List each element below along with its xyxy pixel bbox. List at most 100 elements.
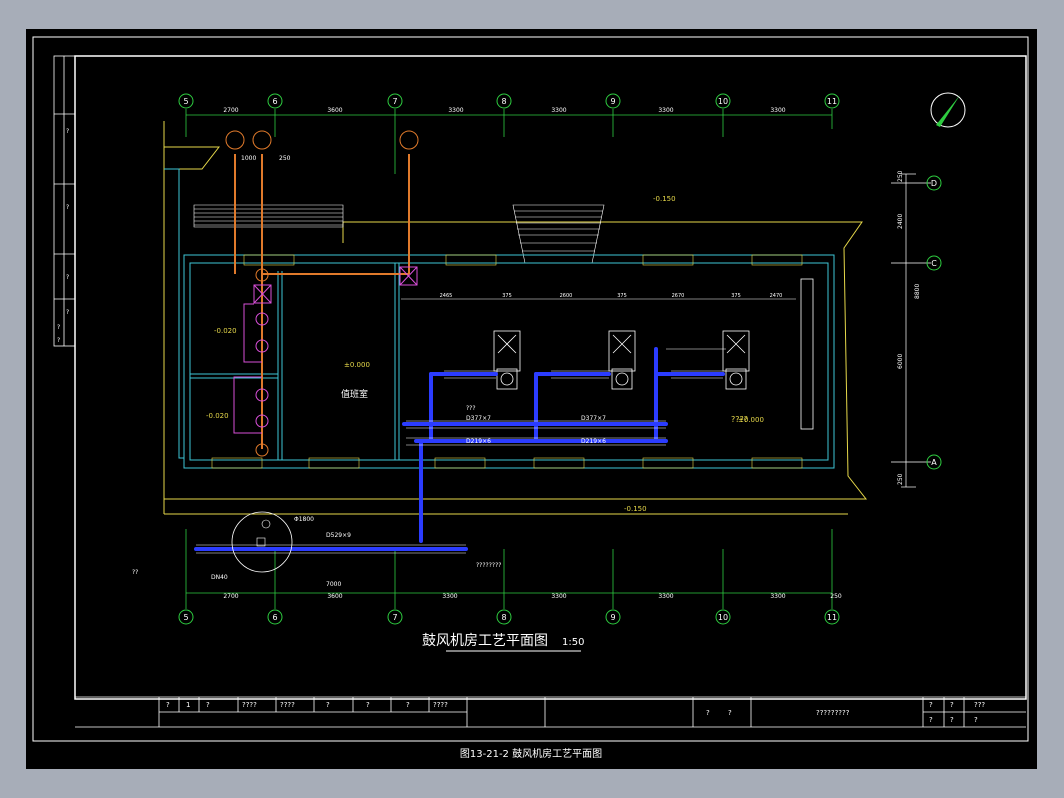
spacing-bottom-2: 3600 [327,593,342,600]
dim-1000: 1000 [241,155,256,162]
tb-cell-9: ???? [433,701,448,709]
tb-cell-18: ? [974,716,978,724]
drawing-title: 鼓风机房工艺平面图 [422,633,548,649]
axis-label-top-6: 10 [718,97,728,106]
spacing-bottom-7: 250 [830,593,842,600]
crane-beam [800,278,814,430]
pipe-label-5: D529×9 [326,532,351,539]
tb-cell-1: ? [166,701,170,709]
tb-cell-14: ? [950,701,954,709]
elev-left-1: -0.020 [214,327,237,335]
elev-outside-1: -0.150 [653,195,676,203]
caption: 图13-21-2 鼓风机房工艺平面图 [460,747,602,760]
axis-label-bottom-2: 6 [272,613,277,622]
drawing-sheet: ? ? ? ? ? ? 5 6 7 8 9 10 11 5 6 7 8 9 10… [26,29,1037,769]
unknown-label-3: ???????? [476,562,501,569]
tb-cell-7: ? [366,701,370,709]
dim-top-6: 375 [731,293,741,299]
axis-label-row-a: A [931,458,937,467]
side-cell-5: ? [57,324,60,331]
elev-left-2: -0.020 [206,412,229,420]
spacing-bottom-3: 3300 [442,593,457,600]
tb-cell-10: ? [706,709,710,717]
tb-cell-3: ? [206,701,210,709]
tb-cell-13: ? [929,701,933,709]
unknown-label-4: ?? [132,569,138,576]
axis-label-bottom-7: 11 [827,613,837,622]
dim-7000: 7000 [326,581,341,588]
axis-label-bottom-6: 10 [718,613,728,622]
valve-bubbles [225,130,419,457]
dim-top-3: 2600 [560,293,573,299]
room-label-small: 值班室 [341,388,368,400]
water-pipes [234,154,410,449]
spacing-top-3: 3300 [448,107,463,114]
elev-blower: ±0.000 [738,416,764,424]
dim-top-1: 2465 [440,293,453,299]
tb-cell-17: ? [950,716,954,724]
tb-cell-15: ??? [974,701,985,709]
dim-top-5: 2670 [672,293,685,299]
blower-unit-2 [608,330,636,390]
tb-cell-12: ????????? [816,709,850,717]
elev-outside-2: -0.150 [624,505,647,513]
roof-vent-right [512,204,605,264]
left-side-strip [53,55,76,347]
pipe-label-1: D377×7 [466,415,491,422]
title-block-text: ? 1 ? ???? ???? ? ? ? ???? ? ? ?????????… [166,701,985,724]
axis-label-row-d: D [931,179,937,188]
pipe-labels: D377×7 D377×7 D219×6 D219×6 D529×9 Φ1800… [132,155,606,588]
windows [211,254,803,469]
row-dim-5: 250 [897,473,904,485]
row-dim-4: 6000 [897,354,904,369]
tb-cell-5: ???? [280,701,295,709]
spacing-top-4: 3300 [551,107,566,114]
roof-vent-left [193,204,344,228]
axis-label-bottom-3: 7 [392,613,397,622]
row-dim-3: 8800 [914,284,921,299]
axis-label-top-2: 6 [272,97,277,106]
grid-labels: 5 6 7 8 9 10 11 5 6 7 8 9 10 11 D C A [183,97,937,622]
spacing-top-5: 3300 [658,107,673,114]
spacing-bottom-1: 2700 [223,593,238,600]
axis-label-top-4: 8 [501,97,506,106]
blower-unit-3 [722,330,750,390]
tb-cell-4: ???? [242,701,257,709]
spacing-bottom-4: 3300 [551,593,566,600]
tb-cell-2: 1 [186,701,190,709]
dim-top-7: 2470 [770,293,783,299]
side-cell-2: ? [66,204,69,211]
pipe-label-2: D377×7 [581,415,606,422]
row-dim-2: 2400 [897,214,904,229]
row-dim-labels: 250 2400 8800 6000 250 [897,170,921,485]
tank-dn: DN40 [211,574,228,581]
tb-cell-11: ? [728,709,732,717]
axis-label-bottom-4: 8 [501,613,506,622]
dim-top-4: 375 [617,293,627,299]
tank-diameter: Φ1800 [294,516,314,523]
elev-room: ±0.000 [344,361,370,369]
building-outline [163,121,868,515]
floor-plan-drawing: ? ? ? ? ? ? 5 6 7 8 9 10 11 5 6 7 8 9 10… [32,36,1029,760]
blower-unit-1 [493,330,521,390]
axis-label-top-5: 9 [610,97,615,106]
tb-cell-8: ? [406,701,410,709]
drawing-scale: 1:50 [562,637,584,648]
pipe-label-4: D219×6 [581,438,606,445]
top-dims: 2465 375 2600 375 2670 375 2470 [440,293,783,299]
filter-tank [231,511,293,573]
side-cell-6: ? [57,337,60,344]
spacing-top-1: 2700 [223,107,238,114]
air-pipes-outline [196,348,726,554]
spacing-bottom-6: 3300 [770,593,785,600]
axis-label-top-7: 11 [827,97,837,106]
unknown-label-2: ??? [466,405,476,412]
axis-label-row-c: C [931,259,937,268]
axis-label-top-1: 5 [183,97,188,106]
spacing-bottom-5: 3300 [658,593,673,600]
axis-label-bottom-1: 5 [183,613,188,622]
spacing-top-6: 3300 [770,107,785,114]
row-dim-1: 250 [897,170,904,182]
title-block-grid [75,696,1026,728]
pipe-label-3: D219×6 [466,438,491,445]
